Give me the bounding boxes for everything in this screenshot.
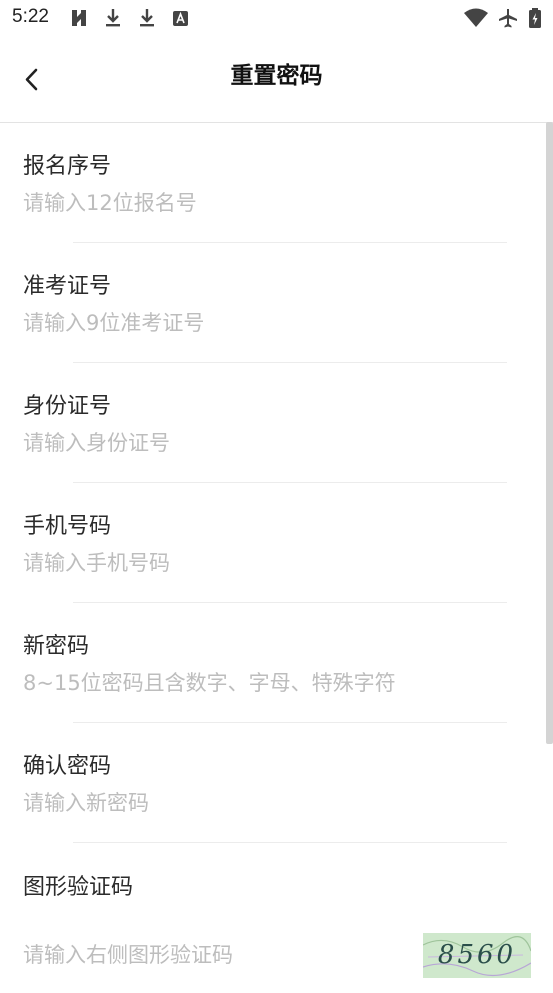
- field-label: 身份证号: [23, 394, 112, 419]
- download-icon: [106, 9, 120, 27]
- field-label: 确认密码: [23, 754, 112, 779]
- captcha-text: 8560: [438, 940, 516, 970]
- field-label: 图形验证码: [23, 875, 134, 900]
- field-label: 手机号码: [23, 514, 112, 539]
- reset-password-form: 报名序号 准考证号 身份证号 手机号码 新密码 确认密码 图形验证码: [0, 123, 545, 993]
- phone-input[interactable]: [23, 547, 503, 579]
- field-label: 准考证号: [23, 274, 112, 299]
- confirm-password-field: 确认密码: [0, 723, 545, 843]
- field-label: 报名序号: [23, 154, 112, 179]
- field-label: 新密码: [23, 634, 90, 659]
- download-icon: [140, 9, 154, 27]
- captcha-image[interactable]: 8560: [423, 933, 531, 978]
- wifi-icon: [464, 8, 488, 27]
- app-icon: [72, 10, 86, 26]
- registration-number-input[interactable]: [23, 187, 503, 219]
- admission-ticket-field: 准考证号: [0, 243, 545, 363]
- captcha-input[interactable]: [23, 939, 403, 971]
- battery-icon: [529, 8, 541, 28]
- text-icon: [173, 11, 188, 26]
- new-password-input[interactable]: [23, 667, 503, 699]
- scrollbar[interactable]: [546, 122, 553, 744]
- new-password-field: 新密码: [0, 603, 545, 723]
- admission-ticket-input[interactable]: [23, 307, 503, 339]
- top-app-bar: 重置密码: [0, 38, 553, 123]
- confirm-password-input[interactable]: [23, 787, 503, 819]
- status-time: 5:22: [12, 6, 49, 27]
- registration-number-field: 报名序号: [0, 123, 545, 243]
- id-number-field: 身份证号: [0, 363, 545, 483]
- id-number-input[interactable]: [23, 427, 503, 459]
- airplane-icon: [499, 9, 517, 28]
- page-title: 重置密码: [230, 63, 323, 89]
- captcha-field: 图形验证码 8560: [0, 843, 545, 993]
- status-bar: 5:22: [0, 0, 553, 38]
- phone-field: 手机号码: [0, 483, 545, 603]
